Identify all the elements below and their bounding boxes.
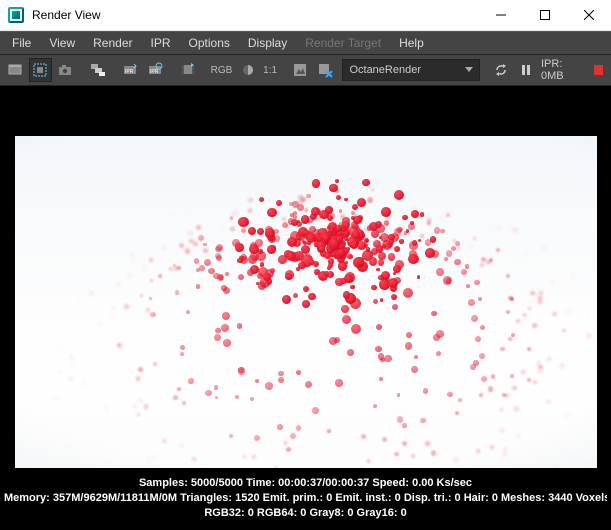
chevron-down-icon [465, 64, 473, 76]
alpha-channel-icon[interactable] [236, 58, 259, 82]
record-indicator-icon [594, 65, 603, 75]
menu-help[interactable]: Help [391, 34, 432, 52]
redo-render-icon[interactable] [4, 58, 27, 82]
menu-render[interactable]: Render [85, 34, 140, 52]
svg-text:IPR: IPR [125, 69, 134, 75]
menu-display[interactable]: Display [240, 34, 295, 52]
keep-image-icon[interactable] [86, 58, 109, 82]
menu-options[interactable]: Options [181, 34, 238, 52]
window-title: Render View [32, 8, 479, 22]
viewport [0, 86, 611, 474]
menu-file[interactable]: File [4, 34, 39, 52]
display-image-icon[interactable] [289, 58, 312, 82]
status-bar: Samples: 5000/5000 Time: 00:00:37/00:00:… [0, 474, 611, 523]
toolbar: IPR IPR RGB 1:1 OctaneRender IPR: 0MB [0, 55, 611, 86]
maximize-button[interactable] [523, 0, 567, 30]
ipr-refresh-icon[interactable]: IPR [144, 58, 167, 82]
title-bar: Render View [0, 0, 611, 31]
remove-image-icon[interactable] [314, 58, 337, 82]
menu-view[interactable]: View [41, 34, 83, 52]
renderer-selected-label: OctaneRender [349, 64, 421, 76]
svg-text:IPR: IPR [150, 69, 159, 75]
rgb-channel-button[interactable]: RGB [209, 59, 235, 81]
render-sequence-icon[interactable] [176, 58, 199, 82]
minimize-button[interactable] [479, 0, 523, 30]
menu-ipr[interactable]: IPR [143, 34, 179, 52]
renderer-dropdown[interactable]: OctaneRender [342, 59, 479, 81]
menu-bar: File View Render IPR Options Display Ren… [0, 31, 611, 55]
ipr-start-icon[interactable]: IPR [119, 58, 142, 82]
close-button[interactable] [567, 0, 611, 30]
render-region-icon[interactable] [29, 58, 52, 82]
real-size-button[interactable]: 1:1 [261, 59, 279, 81]
status-line-1: Samples: 5000/5000 Time: 00:00:37/00:00:… [4, 476, 607, 491]
menu-render-target: Render Target [297, 34, 389, 52]
window-controls [479, 0, 611, 30]
ipr-memory-label: IPR: 0MB [541, 58, 586, 82]
snapshot-icon[interactable] [54, 58, 77, 82]
app-logo [8, 7, 24, 23]
ipr-sync-icon[interactable] [489, 58, 512, 82]
status-line-2: Memory: 357M/9629M/11811M/0M Triangles: … [4, 491, 607, 506]
rendered-image[interactable] [15, 136, 597, 468]
status-line-3: RGB32: 0 RGB64: 0 Gray8: 0 Gray16: 0 [4, 506, 607, 521]
ipr-pause-icon[interactable] [514, 58, 537, 82]
